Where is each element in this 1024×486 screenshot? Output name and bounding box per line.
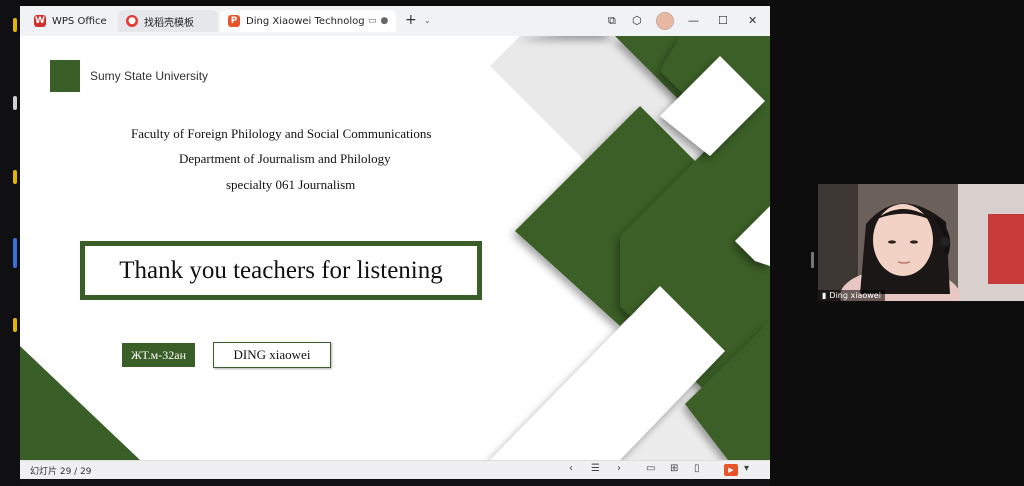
background-window-edge: [0, 0, 20, 486]
new-tab-button[interactable]: +: [405, 12, 417, 28]
tab-label: Ding Xiaowei Technologies: [246, 15, 364, 27]
taskbar-peek: [20, 479, 770, 486]
presentation-file-icon: P: [228, 15, 240, 27]
unsaved-dot-icon[interactable]: ●: [381, 16, 389, 26]
signal-bars-icon: ▮: [822, 291, 827, 300]
chevron-down-icon[interactable]: ⌄: [424, 16, 431, 25]
user-avatar-icon[interactable]: [656, 12, 674, 30]
play-slideshow-button[interactable]: ▶: [724, 464, 738, 476]
chevron-down-icon[interactable]: ▾: [744, 463, 749, 474]
taskbar-indicator: [13, 96, 17, 110]
participant-video-frame: [818, 184, 1024, 301]
screen-share-icon[interactable]: ⧉: [608, 14, 616, 28]
tab-templates[interactable]: ● 找稻壳模板: [118, 10, 218, 32]
tab-label: WPS Office: [52, 15, 107, 27]
specialty-line: specialty 061 Journalism: [226, 177, 356, 192]
maximize-icon[interactable]: ☐: [718, 14, 728, 27]
participant-video[interactable]: [818, 184, 1024, 301]
minimize-icon[interactable]: —: [688, 14, 699, 27]
title-inner: Thank you teachers for listening: [85, 246, 477, 295]
slide-sorter-icon[interactable]: ⊞: [670, 463, 678, 474]
student-name: DING xiaowei: [213, 342, 331, 368]
department-line: Department of Journalism and Philology: [179, 151, 391, 166]
wps-window: W WPS Office ● 找稻壳模板 P Ding Xiaowei Tech…: [20, 6, 770, 479]
participant-name: Ding xiaowei: [829, 291, 881, 300]
taskbar-indicator: [13, 18, 17, 32]
taskbar-indicator: [13, 238, 17, 268]
close-icon[interactable]: ✕: [748, 14, 757, 27]
tab-document[interactable]: P Ding Xiaowei Technologies ▭ ●: [220, 10, 396, 32]
screen-icon[interactable]: ▭: [368, 16, 377, 26]
outline-list-icon[interactable]: ☰: [591, 463, 600, 474]
university-name: Sumy State University: [90, 69, 209, 83]
docer-logo-icon: ●: [126, 15, 138, 27]
slide-canvas: Sumy State University Faculty of Foreign…: [20, 36, 770, 460]
chevron-right-icon[interactable]: ›: [617, 463, 621, 474]
faculty-line: Faculty of Foreign Philology and Social …: [131, 126, 432, 141]
title-frame: Thank you teachers for listening: [80, 241, 482, 300]
tab-bar: W WPS Office ● 找稻壳模板 P Ding Xiaowei Tech…: [20, 6, 770, 36]
status-bar: 幻灯片 29 / 29 ‹ ☰ › ▭ ⊞ ▯ ▶ ▾: [20, 460, 770, 479]
chevron-left-icon[interactable]: ‹: [569, 463, 573, 474]
tab-label: 找稻壳模板: [144, 17, 194, 29]
normal-view-icon[interactable]: ▭: [646, 463, 655, 474]
wps-logo-icon: W: [34, 15, 46, 27]
slide-counter: 幻灯片 29 / 29: [30, 467, 92, 477]
taskbar-indicator: [13, 318, 17, 332]
slide-title: Thank you teachers for listening: [119, 256, 443, 284]
tab-wps-office[interactable]: W WPS Office: [26, 10, 114, 32]
taskbar-indicator: [13, 170, 17, 184]
panel-resize-handle[interactable]: [811, 252, 814, 268]
participant-name-label: ▮ Ding xiaowei: [818, 290, 885, 301]
group-badge: ЖТ.м-32ан: [122, 343, 195, 367]
reading-view-icon[interactable]: ▯: [694, 463, 700, 474]
cube-icon[interactable]: ⬡: [632, 14, 642, 27]
university-logo: [50, 60, 80, 92]
